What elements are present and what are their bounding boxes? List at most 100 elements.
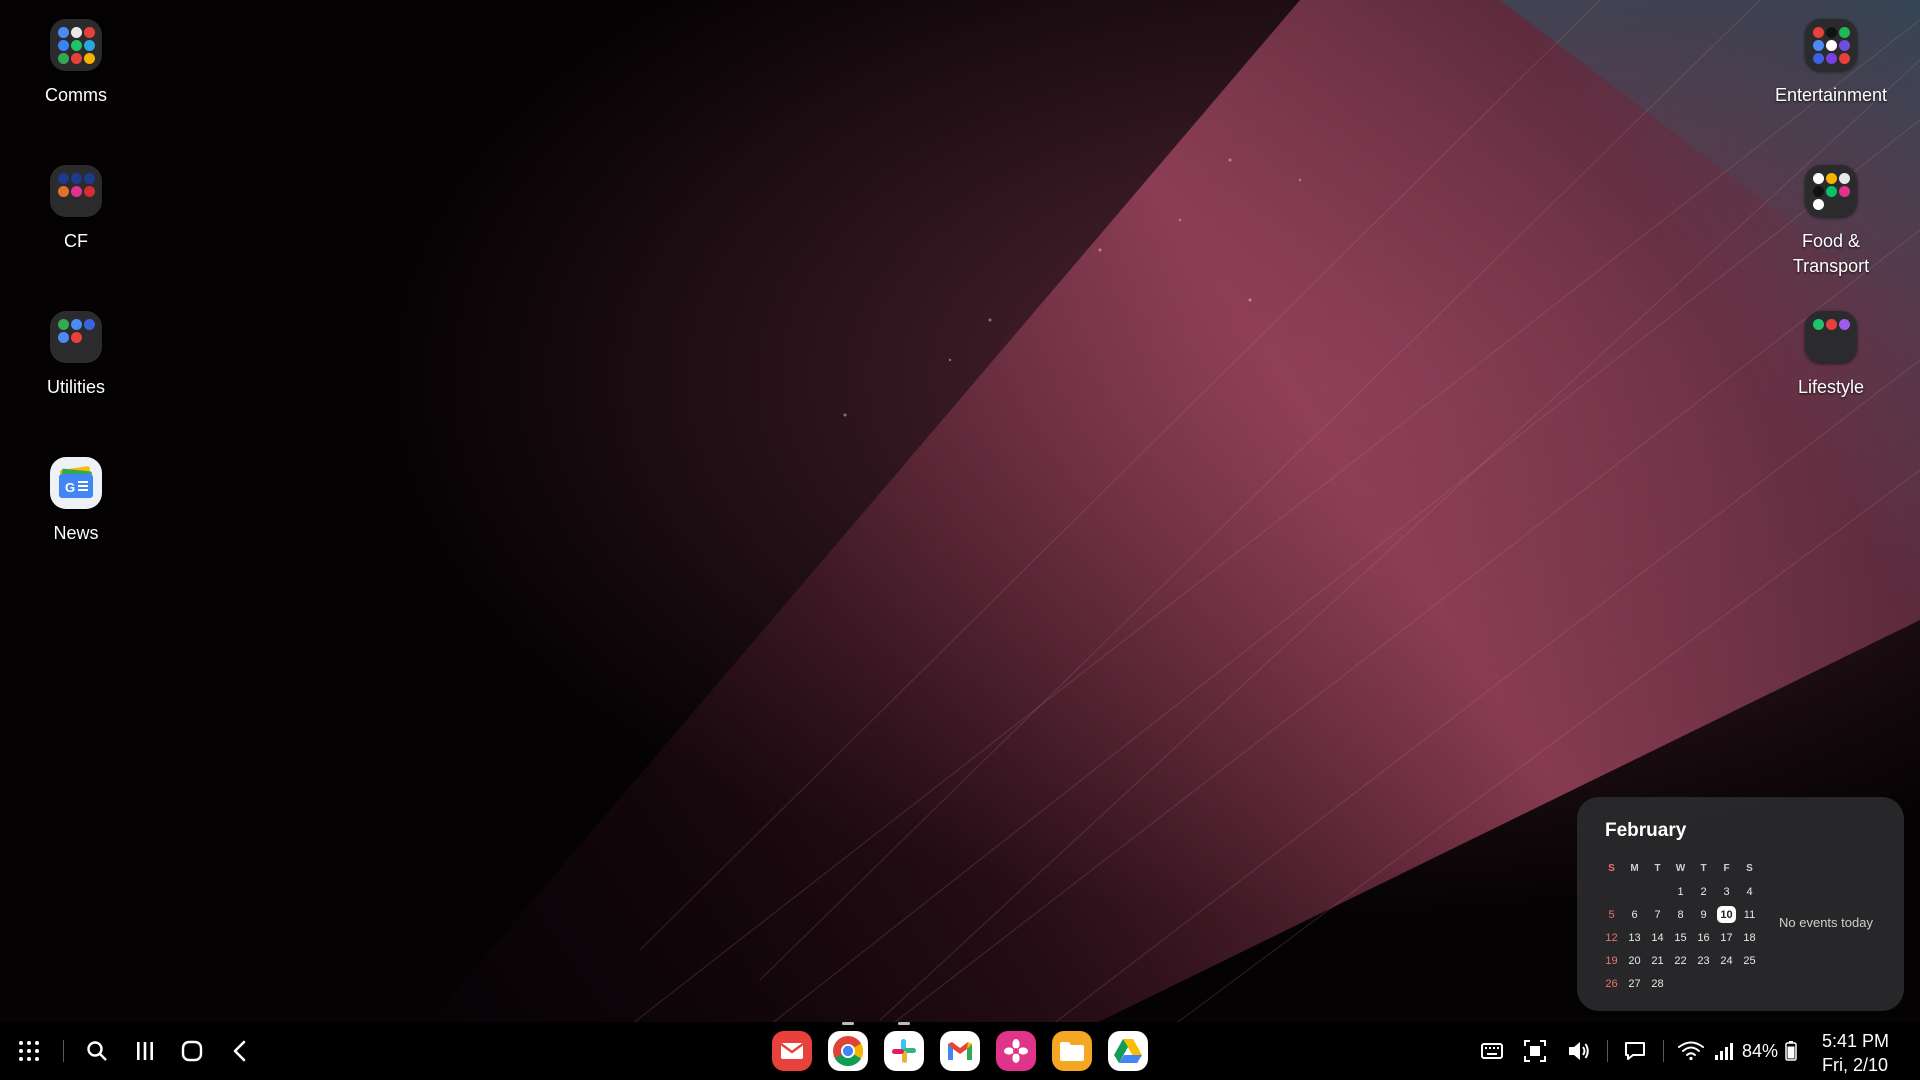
calendar-weekday: S (1600, 857, 1623, 880)
desktop-icon-news[interactable]: G News (1, 457, 151, 546)
calendar-weekday: T (1646, 857, 1669, 880)
calendar-day[interactable]: 1 (1669, 880, 1692, 903)
email-icon (780, 1042, 804, 1060)
desktop-icon-utilities[interactable]: Utilities (1, 311, 151, 400)
calendar-day[interactable]: 18 (1738, 926, 1761, 949)
notifications-icon[interactable] (1622, 1038, 1648, 1064)
calendar-day[interactable]: 19 (1600, 949, 1623, 972)
desktop-icon-cf[interactable]: CF (1, 165, 151, 254)
calendar-day[interactable]: 23 (1692, 949, 1715, 972)
clock-time[interactable]: 5:41 PM (1822, 1031, 1889, 1052)
calendar-day (1600, 880, 1623, 903)
calendar-widget[interactable]: February SMTWTFS123456789101112131415161… (1577, 797, 1904, 1011)
taskbar: 84% 5:41 PM Fri, 2/10 (0, 1022, 1920, 1080)
keyboard-icon[interactable] (1479, 1038, 1505, 1064)
calendar-weekday: T (1692, 857, 1715, 880)
calendar-day[interactable]: 24 (1715, 949, 1738, 972)
entertainment-folder-icon (1805, 19, 1857, 71)
svg-text:G: G (65, 480, 75, 495)
slack-app-button[interactable] (884, 1031, 924, 1071)
email-app-button[interactable] (772, 1031, 812, 1071)
calendar-day[interactable]: 14 (1646, 926, 1669, 949)
calendar-today-label: 10 (1717, 906, 1736, 923)
calendar-weekday: W (1669, 857, 1692, 880)
google-news-icon: G (50, 457, 102, 509)
desktop-icon-label: Food & Transport (1776, 229, 1886, 279)
calendar-no-events: No events today (1779, 915, 1873, 930)
battery-percent: 84% (1742, 1041, 1778, 1062)
calendar-day[interactable]: 9 (1692, 903, 1715, 926)
home-icon[interactable] (179, 1038, 205, 1064)
calendar-day[interactable]: 8 (1669, 903, 1692, 926)
chrome-app-button[interactable] (828, 1031, 868, 1071)
flower-icon (1003, 1038, 1029, 1064)
calendar-day[interactable]: 7 (1646, 903, 1669, 926)
calendar-day[interactable]: 16 (1692, 926, 1715, 949)
signal-icon (1712, 1038, 1736, 1064)
calendar-weekday: S (1738, 857, 1761, 880)
calendar-day[interactable]: 6 (1623, 903, 1646, 926)
calendar-day[interactable]: 4 (1738, 880, 1761, 903)
calendar-month: February (1605, 820, 1686, 842)
calendar-day[interactable]: 5 (1600, 903, 1623, 926)
calendar-day[interactable]: 20 (1623, 949, 1646, 972)
calendar-day (1715, 972, 1738, 995)
volume-icon[interactable] (1566, 1038, 1592, 1064)
food-transport-folder-icon (1805, 165, 1857, 217)
calendar-day[interactable]: 15 (1669, 926, 1692, 949)
calendar-day-today[interactable]: 10 (1715, 903, 1738, 926)
recents-icon[interactable] (132, 1038, 158, 1064)
taskbar-divider (63, 1040, 64, 1062)
search-icon[interactable] (84, 1038, 110, 1064)
utilities-folder-icon (50, 311, 102, 363)
screenshot-icon[interactable] (1522, 1038, 1548, 1064)
desktop-icon-comms[interactable]: Comms (1, 19, 151, 108)
calendar-day (1623, 880, 1646, 903)
files-app-button[interactable] (1052, 1031, 1092, 1071)
taskbar-divider (1663, 1040, 1664, 1062)
drive-icon (1113, 1038, 1143, 1064)
calendar-weekday: M (1623, 857, 1646, 880)
wifi-icon[interactable] (1677, 1038, 1705, 1064)
lifestyle-folder-icon (1805, 311, 1857, 363)
calendar-day[interactable]: 2 (1692, 880, 1715, 903)
running-indicator (842, 1022, 854, 1025)
drive-app-button[interactable] (1108, 1031, 1148, 1071)
gmail-icon (946, 1040, 974, 1062)
calendar-day[interactable]: 26 (1600, 972, 1623, 995)
battery-icon (1783, 1039, 1799, 1063)
calendar-day[interactable]: 25 (1738, 949, 1761, 972)
folder-icon (1059, 1040, 1085, 1062)
desktop-icon-entertainment[interactable]: Entertainment (1756, 19, 1906, 108)
running-indicator (898, 1022, 910, 1025)
calendar-day[interactable]: 17 (1715, 926, 1738, 949)
calendar-day (1738, 972, 1761, 995)
calendar-day (1669, 972, 1692, 995)
gmail-app-button[interactable] (940, 1031, 980, 1071)
calendar-day[interactable]: 28 (1646, 972, 1669, 995)
taskbar-divider (1607, 1040, 1608, 1062)
desktop-icon-food-transport[interactable]: Food & Transport (1756, 165, 1906, 279)
calendar-day[interactable]: 11 (1738, 903, 1761, 926)
calendar-day[interactable]: 27 (1623, 972, 1646, 995)
calendar-day[interactable]: 12 (1600, 926, 1623, 949)
back-icon[interactable] (227, 1038, 253, 1064)
calendar-day[interactable]: 3 (1715, 880, 1738, 903)
desktop-icon-label: CF (64, 229, 88, 254)
calendar-day (1646, 880, 1669, 903)
desktop-icon-label: Entertainment (1775, 83, 1887, 108)
calendar-day (1692, 972, 1715, 995)
calendar-day[interactable]: 13 (1623, 926, 1646, 949)
blossom-app-button[interactable] (996, 1031, 1036, 1071)
calendar-grid: SMTWTFS123456789101112131415161718192021… (1600, 857, 1761, 995)
calendar-day[interactable]: 22 (1669, 949, 1692, 972)
apps-grid-icon[interactable] (16, 1038, 42, 1064)
desktop-icon-lifestyle[interactable]: Lifestyle (1756, 311, 1906, 400)
clock-date[interactable]: Fri, 2/10 (1822, 1055, 1888, 1076)
desktop-icon-label: Utilities (47, 375, 105, 400)
slack-icon (890, 1037, 918, 1065)
calendar-day[interactable]: 21 (1646, 949, 1669, 972)
calendar-weekday: F (1715, 857, 1738, 880)
desktop-icon-label: Lifestyle (1798, 375, 1864, 400)
comms-folder-icon (50, 19, 102, 71)
